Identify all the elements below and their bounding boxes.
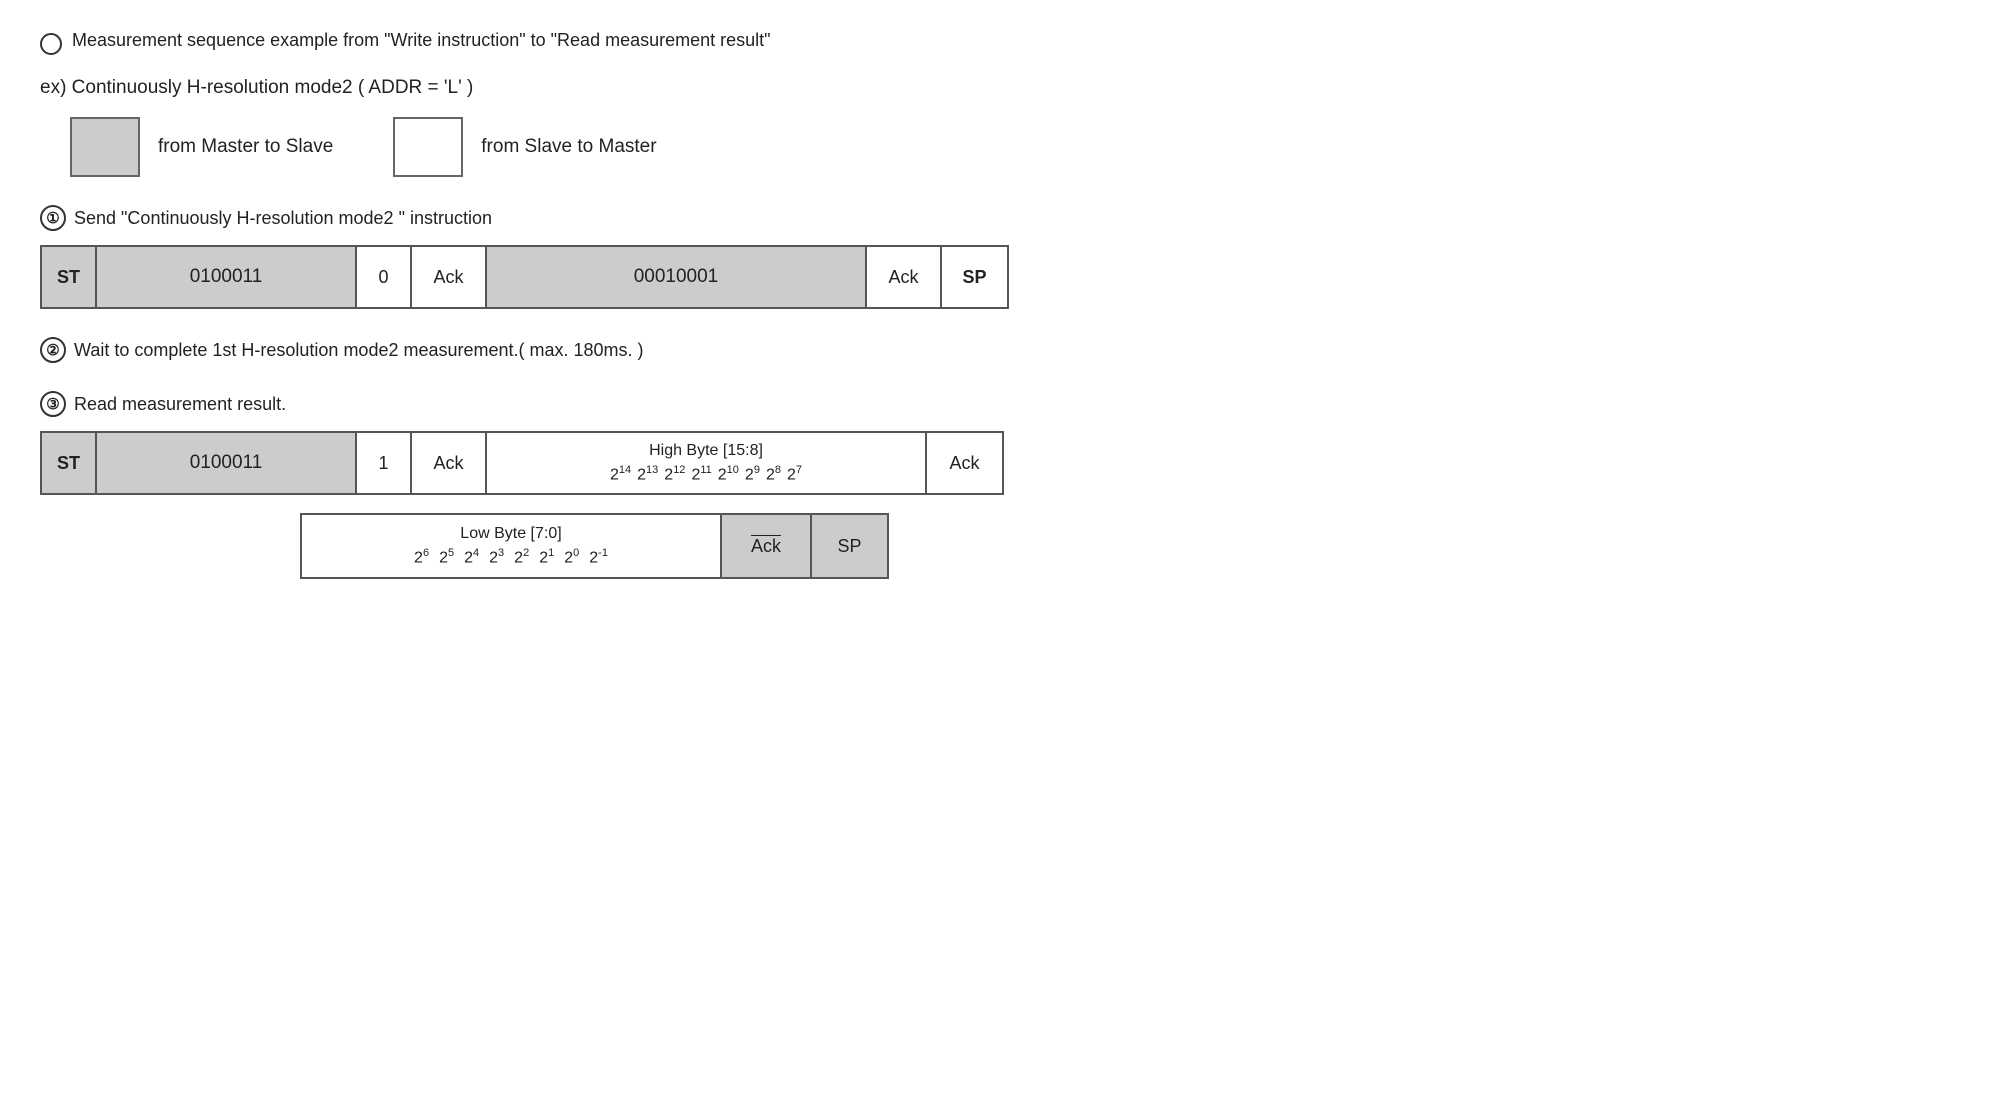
- step1-table: ST 0100011 0 Ack 00010001 Ack SP: [40, 245, 1009, 309]
- step2-section: ② Wait to complete 1st H-resolution mode…: [40, 337, 1954, 363]
- cell-highbyte: High Byte [15:8] 214 213 212 211 210 29 …: [487, 433, 927, 493]
- legend-box-slave: [393, 117, 463, 177]
- cell-sp-low: SP: [812, 515, 887, 577]
- highbyte-bits: 214 213 212 211 210 29 28 27: [610, 464, 802, 484]
- bit13: 213: [637, 464, 658, 484]
- step3-label: Read measurement result.: [74, 394, 286, 415]
- cell-ack-overline: Ack: [722, 515, 812, 577]
- bit11: 211: [691, 464, 711, 484]
- cell-addr1: 0100011: [97, 247, 357, 307]
- bit8: 28: [766, 464, 781, 484]
- lbit5: 25: [439, 547, 454, 567]
- cell-ack3: Ack: [412, 433, 487, 493]
- cell-addr3: 0100011: [97, 433, 357, 493]
- cell-st1: ST: [42, 247, 97, 307]
- ex-line: ex) Continuously H-resolution mode2 ( AD…: [40, 77, 1954, 99]
- lbit2: 22: [514, 547, 529, 567]
- cell-lowbyte: Low Byte [7:0] 26 25 24 23 22 21 20 2-1: [302, 515, 722, 577]
- bit9: 29: [745, 464, 760, 484]
- cell-st3: ST: [42, 433, 97, 493]
- bit14: 214: [610, 464, 631, 484]
- legend-row: from Master to Slave from Slave to Maste…: [70, 117, 1954, 177]
- step2-header: ② Wait to complete 1st H-resolution mode…: [40, 337, 1954, 363]
- lbit0: 20: [564, 547, 579, 567]
- step3-table-row1: ST 0100011 1 Ack High Byte [15:8] 214 21…: [40, 431, 1004, 495]
- section-title-text: Measurement sequence example from "Write…: [72, 30, 771, 51]
- ack-overline-text: Ack: [751, 536, 781, 557]
- bit7: 27: [787, 464, 802, 484]
- legend-master-label: from Master to Slave: [158, 136, 333, 158]
- bullet-icon: [40, 33, 62, 55]
- cell-ack1: Ack: [412, 247, 487, 307]
- lowbyte-table-wrap: Low Byte [7:0] 26 25 24 23 22 21 20 2-1 …: [300, 513, 1954, 579]
- step1-label: Send "Continuously H-resolution mode2 " …: [74, 208, 492, 229]
- main-container: Measurement sequence example from "Write…: [40, 30, 1954, 579]
- step3-section: ③ Read measurement result. ST 0100011 1 …: [40, 391, 1954, 579]
- cell-rw1: 0: [357, 247, 412, 307]
- step1-section: ① Send "Continuously H-resolution mode2 …: [40, 205, 1954, 309]
- legend-slave: from Slave to Master: [393, 117, 656, 177]
- lbitm1: 2-1: [589, 547, 608, 567]
- lbit3: 23: [489, 547, 504, 567]
- cell-sp1: SP: [942, 247, 1007, 307]
- lbit6: 26: [414, 547, 429, 567]
- step3-num: ③: [40, 391, 66, 417]
- lowbyte-table: Low Byte [7:0] 26 25 24 23 22 21 20 2-1 …: [300, 513, 889, 579]
- cell-rw3: 1: [357, 433, 412, 493]
- step2-label: Wait to complete 1st H-resolution mode2 …: [74, 340, 644, 361]
- legend-master: from Master to Slave: [70, 117, 333, 177]
- cell-data1: 00010001: [487, 247, 867, 307]
- cell-ack3b: Ack: [927, 433, 1002, 493]
- lowbyte-label: Low Byte [7:0]: [460, 525, 561, 543]
- lowbyte-bits: 26 25 24 23 22 21 20 2-1: [414, 547, 608, 567]
- section-title: Measurement sequence example from "Write…: [40, 30, 1954, 55]
- cell-ack1b: Ack: [867, 247, 942, 307]
- lbit1: 21: [539, 547, 554, 567]
- step3-header: ③ Read measurement result.: [40, 391, 1954, 417]
- highbyte-label: High Byte [15:8]: [649, 442, 763, 460]
- step2-num: ②: [40, 337, 66, 363]
- step1-num: ①: [40, 205, 66, 231]
- bit10: 210: [718, 464, 739, 484]
- legend-slave-label: from Slave to Master: [481, 136, 656, 158]
- step1-header: ① Send "Continuously H-resolution mode2 …: [40, 205, 1954, 231]
- lbit4: 24: [464, 547, 479, 567]
- bit12: 212: [664, 464, 685, 484]
- legend-box-master: [70, 117, 140, 177]
